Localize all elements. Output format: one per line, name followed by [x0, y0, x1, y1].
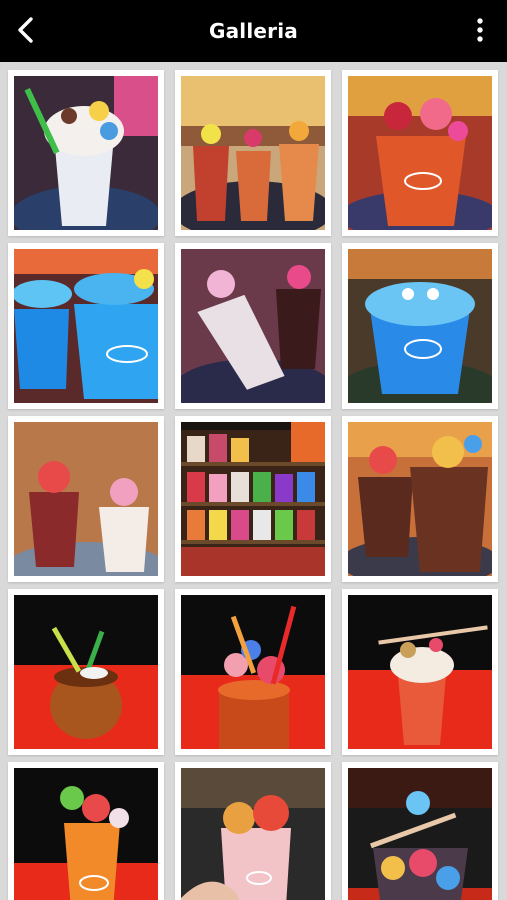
- gallery-photo: [348, 422, 492, 576]
- photo-grid: [0, 62, 507, 900]
- gallery-tile[interactable]: [8, 70, 164, 236]
- gallery-photo: [181, 76, 325, 230]
- gallery-tile[interactable]: [175, 589, 331, 755]
- gallery-tile[interactable]: [342, 416, 498, 582]
- gallery-photo: [181, 768, 325, 900]
- gallery-tile[interactable]: [342, 243, 498, 409]
- gallery-tile[interactable]: [175, 70, 331, 236]
- gallery-photo: [181, 595, 325, 749]
- vertical-dots-icon: [477, 18, 483, 42]
- gallery-photo: [348, 768, 492, 900]
- gallery-photo: [348, 76, 492, 230]
- page-title: Galleria: [208, 19, 298, 43]
- gallery-tile[interactable]: [342, 762, 498, 900]
- gallery-photo: [14, 595, 158, 749]
- gallery-tile[interactable]: [8, 243, 164, 409]
- gallery-tile[interactable]: [175, 243, 331, 409]
- gallery-tile[interactable]: [8, 762, 164, 900]
- gallery-photo: [181, 422, 325, 576]
- gallery-tile[interactable]: [175, 762, 331, 900]
- overflow-menu-button[interactable]: [463, 8, 497, 52]
- gallery-tile[interactable]: [8, 416, 164, 582]
- gallery-tile[interactable]: [175, 416, 331, 582]
- gallery-photo: [14, 76, 158, 230]
- gallery-photo: [14, 249, 158, 403]
- gallery-tile[interactable]: [342, 589, 498, 755]
- gallery-photo: [14, 422, 158, 576]
- gallery-photo: [14, 768, 158, 900]
- gallery-photo: [348, 595, 492, 749]
- gallery-tile[interactable]: [342, 70, 498, 236]
- gallery-photo: [348, 249, 492, 403]
- gallery-photo: [181, 249, 325, 403]
- app-bar: Galleria: [0, 0, 507, 62]
- gallery-tile[interactable]: [8, 589, 164, 755]
